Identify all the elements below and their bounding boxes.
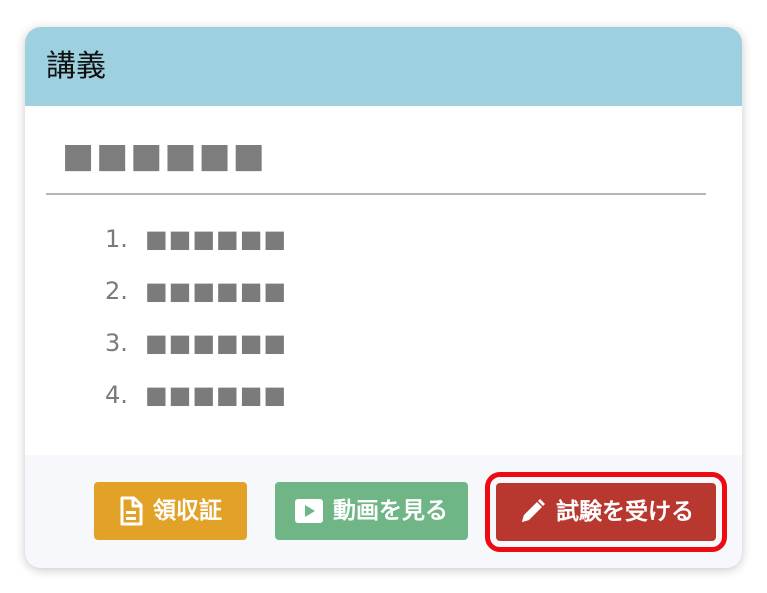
item-number: 1. [105, 225, 128, 253]
lecture-card: 講義 ■■■■■■ 1. ■■■■■■ 2. ■■■■■■ 3. ■■■■■■ 4. ■… [25, 27, 742, 568]
list-item: 3. ■■■■■■ [105, 327, 287, 379]
lecture-title: ■■■■■■ [62, 136, 267, 176]
card-header: 講義 [25, 27, 742, 106]
receipt-button[interactable]: 領収証 [94, 482, 247, 540]
divider [46, 193, 706, 195]
watch-video-button[interactable]: 動画を見る [275, 482, 468, 540]
card-title: 講義 [46, 49, 106, 84]
item-text: ■■■■■■ [145, 381, 288, 409]
list-item: 4. ■■■■■■ [105, 379, 287, 431]
lecture-item-list: 1. ■■■■■■ 2. ■■■■■■ 3. ■■■■■■ 4. ■■■■■■ [105, 223, 287, 431]
item-text: ■■■■■■ [145, 225, 288, 253]
item-text: ■■■■■■ [145, 329, 288, 357]
take-exam-button[interactable]: 試験を受ける [485, 472, 727, 552]
list-item: 2. ■■■■■■ [105, 275, 287, 327]
document-icon [119, 496, 143, 526]
play-icon [295, 499, 323, 523]
take-exam-button-label: 試験を受ける [556, 499, 694, 525]
item-number: 2. [105, 277, 128, 305]
item-text: ■■■■■■ [145, 277, 288, 305]
list-item: 1. ■■■■■■ [105, 223, 287, 275]
item-number: 3. [105, 329, 128, 357]
item-number: 4. [105, 381, 128, 409]
card-footer: 領収証 動画を見る 試験を受ける [25, 455, 742, 568]
watch-video-button-label: 動画を見る [333, 498, 448, 524]
receipt-button-label: 領収証 [153, 498, 222, 524]
pencil-icon [518, 498, 546, 526]
